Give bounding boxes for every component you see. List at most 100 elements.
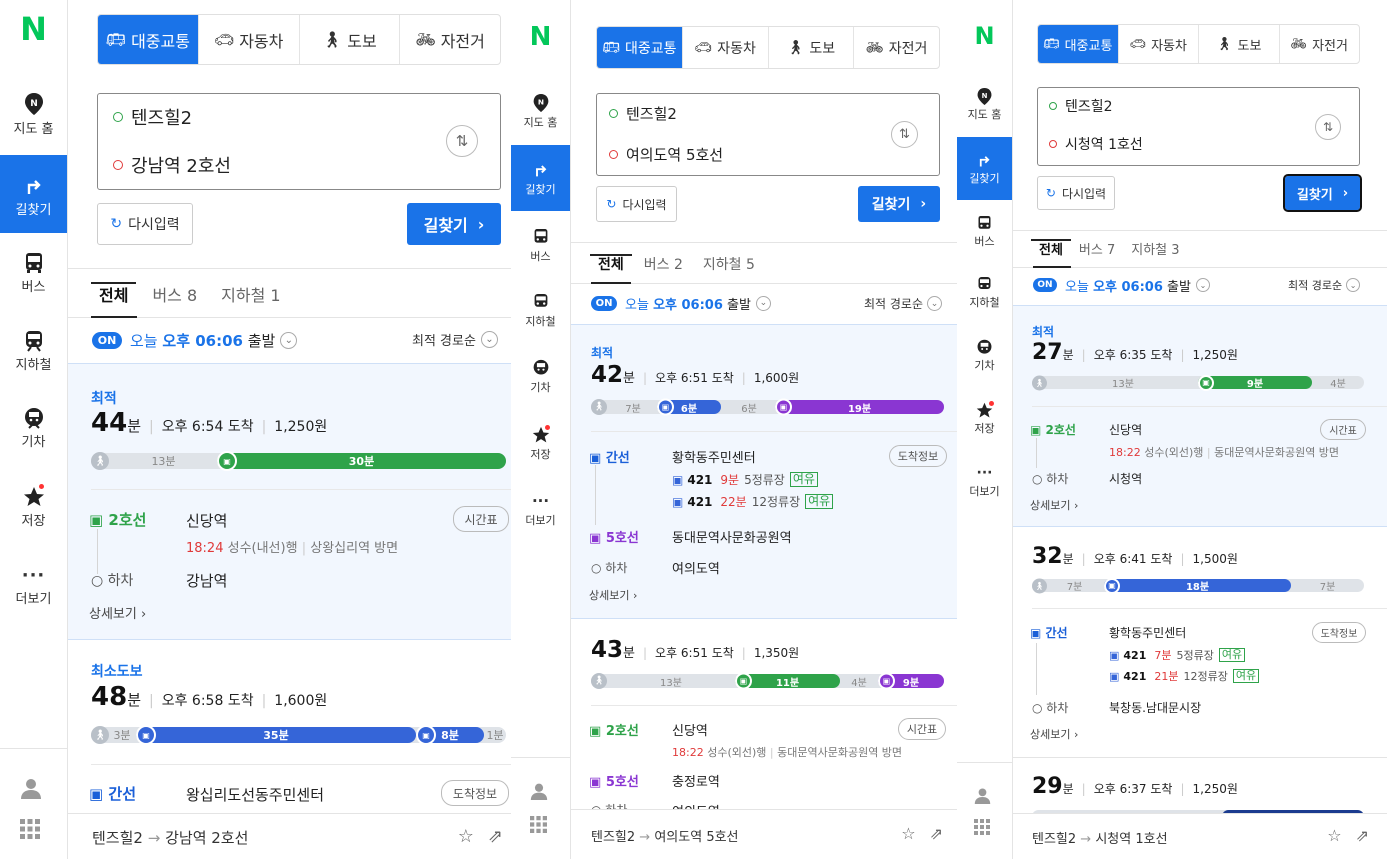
swap-icon[interactable]: ⇅ [891,121,918,148]
tab-bus[interactable]: 버스 2 [644,254,683,274]
find-route-button[interactable]: 길찾기 › [407,203,501,245]
arrival-info-button[interactable]: 도착정보 [1312,622,1366,643]
mode-transit[interactable]: 🚌︎ 대중교통 [597,27,682,68]
route-card[interactable]: 최소도보 48 분 | 오후 6:58 도착 | 1,600원 🚶︎ 3분 ▣ 35분 ▣ 8… [68,640,511,815]
sort-dropdown[interactable]: 최적 경로순 ⌄ [412,330,498,349]
realtime-on-badge[interactable]: ON [1033,278,1057,292]
tab-subway[interactable]: 지하철 5 [703,254,755,274]
mode-transit[interactable]: 🚌︎ 대중교통 [1038,25,1118,63]
route-card[interactable]: 32 분 | 오후 6:41 도착 | 1,500원 🚶︎ 7분 ▣ 18분 7분 ▣ 간선… [1013,527,1387,757]
nav-more[interactable]: ··· 더보기 [0,562,67,612]
tab-subway[interactable]: 지하철 3 [1131,239,1179,258]
mode-walk[interactable]: 🚶︎ 도보 [298,15,400,64]
nav-train[interactable]: 기차 [511,357,570,401]
departure-time[interactable]: 오늘 오후 06:06 출발 [1065,276,1191,295]
details-link[interactable]: 상세보기 › [1030,726,1078,742]
mode-car[interactable]: 🚗︎ 자동차 [197,15,299,64]
user-icon[interactable] [20,777,42,803]
nav-bus[interactable]: 버스 [511,226,570,270]
route-card[interactable]: 최적 27 분 | 오후 6:35 도착 | 1,250원 🚶︎ 13분 ▣ 9분 4분 ▣… [1013,305,1387,527]
find-route-button[interactable]: 길찾기 › [858,186,940,222]
star-outline-icon[interactable]: ☆ [1327,826,1341,845]
origin-field[interactable]: 텐즈힐2 [609,102,677,124]
origin-field[interactable]: 텐즈힐2 [113,104,192,130]
swap-icon[interactable]: ⇅ [446,125,478,157]
nav-saved[interactable]: 저장 [957,400,1012,442]
sort-dropdown[interactable]: 최적 경로순 ⌄ [1288,277,1361,293]
chevron-down-icon[interactable]: ⌄ [280,331,298,349]
nav-map-home[interactable]: N 지도 홈 [511,92,570,142]
grid-menu-icon[interactable] [530,816,547,837]
nav-subway[interactable]: 지하철 [0,328,67,378]
find-route-button[interactable]: 길찾기 › [1283,174,1362,212]
mode-car[interactable]: 🚗︎ 자동차 [1117,25,1199,63]
tab-subway[interactable]: 지하철 1 [221,282,280,306]
share-icon[interactable]: ⇗ [1356,826,1369,845]
mode-walk[interactable]: 🚶︎ 도보 [767,27,854,68]
nav-bus[interactable]: 버스 [0,250,67,300]
nav-bus[interactable]: 버스 [957,213,1012,255]
nav-train[interactable]: 기차 [0,405,67,455]
mode-bike[interactable]: 🚲︎ 자전거 [1278,25,1360,63]
timetable-button[interactable]: 시간표 [1320,419,1366,440]
nav-subway[interactable]: 지하철 [957,274,1012,316]
nav-directions[interactable]: 길찾기 [0,155,67,233]
mode-car[interactable]: 🚗︎ 자동차 [681,27,768,68]
naver-logo[interactable]: N [511,22,570,52]
chevron-down-icon[interactable]: ⌄ [755,295,771,311]
details-link[interactable]: 상세보기 › [589,587,637,603]
reset-button[interactable]: ↻ 다시입력 [1037,176,1115,210]
naver-logo[interactable]: N [0,10,67,48]
departure-time[interactable]: 오늘 오후 06:06 출발 [625,294,751,313]
route-card[interactable]: 43 분 | 오후 6:51 도착 | 1,350원 🚶︎ 13분 ▣ 11분 4분 ▣ 9분… [571,619,957,820]
tab-all[interactable]: 전체 [90,282,138,306]
grid-menu-icon[interactable] [20,819,40,843]
nav-saved[interactable]: 저장 [0,484,67,534]
realtime-on-badge[interactable]: ON [92,331,122,349]
tab-bus[interactable]: 버스 8 [152,282,197,306]
route-card[interactable]: 최적 44 분 | 오후 6:54 도착 | 1,250원 🚶︎ 13분 ▣ 30분 ▣ 2… [68,363,511,640]
share-icon[interactable]: ⇗ [488,826,503,847]
tab-all[interactable]: 전체 [1031,238,1071,258]
naver-logo[interactable]: N [957,22,1012,50]
nav-subway[interactable]: 지하철 [511,291,570,335]
chevron-down-icon[interactable]: ⌄ [1195,278,1210,292]
nav-saved[interactable]: 저장 [511,424,570,468]
tab-bus[interactable]: 버스 7 [1079,239,1115,258]
mode-walk[interactable]: 🚶︎ 도보 [1198,25,1279,63]
reset-button[interactable]: ↻ 다시입력 [596,186,677,222]
route-card[interactable]: 최적 42 분 | 오후 6:51 도착 | 1,600원 🚶︎ 7분 ▣ 6분 6분 ▣ 1… [571,324,957,619]
nav-directions[interactable]: 길찾기 [957,137,1012,200]
tab-all[interactable]: 전체 [590,254,632,274]
details-link[interactable]: 상세보기 › [89,603,146,622]
nav-more[interactable]: ··· 더보기 [957,463,1012,505]
nav-map-home[interactable]: N 지도 홈 [957,86,1012,132]
departure-time[interactable]: 오늘 오후 06:06 출발 [130,330,275,351]
arrival-info-button[interactable]: 도착정보 [441,780,509,806]
grid-menu-icon[interactable] [974,819,990,839]
user-icon[interactable] [530,782,548,804]
reset-button[interactable]: ↻ 다시입력 [97,203,193,245]
realtime-on-badge[interactable]: ON [591,295,617,311]
route-card[interactable]: 29 분 | 오후 6:37 도착 | 1,250원 [1013,757,1387,823]
star-outline-icon[interactable]: ☆ [458,826,474,847]
sort-dropdown[interactable]: 최적 경로순 ⌄ [864,295,943,312]
origin-field[interactable]: 텐즈힐2 [1049,96,1113,116]
details-link[interactable]: 상세보기 › [1030,497,1078,513]
nav-train[interactable]: 기차 [957,337,1012,379]
mode-bike[interactable]: 🚲︎ 자전거 [399,15,500,64]
swap-icon[interactable]: ⇅ [1315,114,1341,140]
share-icon[interactable]: ⇗ [930,824,943,843]
nav-more[interactable]: ··· 더보기 [511,490,570,534]
destination-field[interactable]: 여의도역 5호선 [609,143,723,165]
timetable-button[interactable]: 시간표 [898,718,946,740]
nav-map-home[interactable]: N 지도 홈 [0,90,67,150]
mode-transit[interactable]: 🚌︎ 대중교통 [98,15,198,64]
star-outline-icon[interactable]: ☆ [901,824,915,843]
mode-bike[interactable]: 🚲︎ 자전거 [853,27,939,68]
destination-field[interactable]: 강남역 2호선 [113,152,231,178]
nav-directions[interactable]: 길찾기 [511,145,570,211]
user-icon[interactable] [974,787,991,808]
destination-field[interactable]: 시청역 1호선 [1049,134,1143,154]
timetable-button[interactable]: 시간표 [453,506,509,532]
